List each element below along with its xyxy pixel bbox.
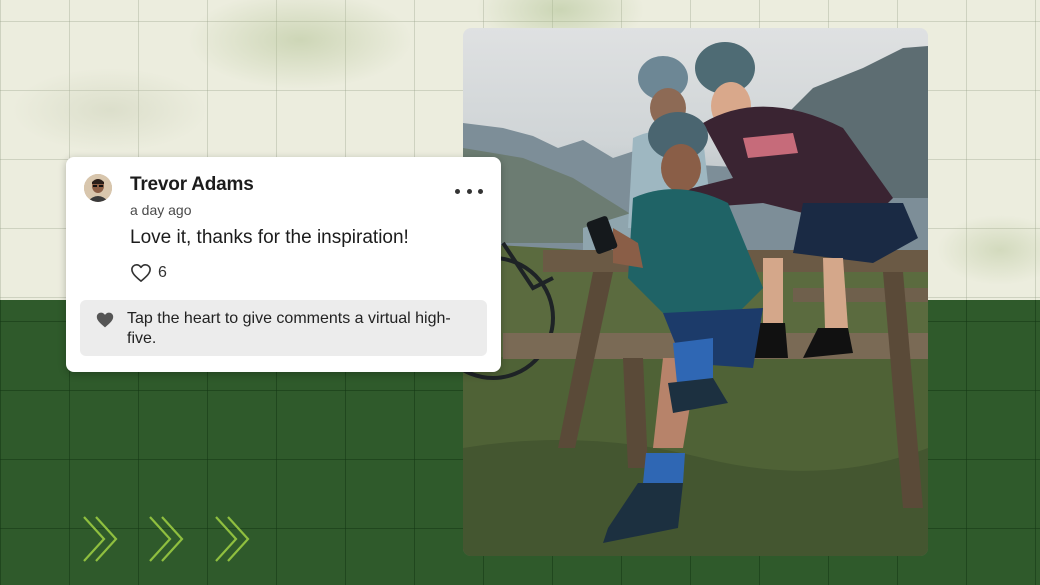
heart-filled-icon: [96, 312, 114, 328]
comment-text: Love it, thanks for the inspiration!: [130, 227, 409, 248]
chevron-right-icon: [83, 516, 118, 562]
cyclists-photo: [463, 28, 928, 556]
chevron-right-icon: [149, 516, 184, 562]
more-horizontal-icon[interactable]: [455, 184, 483, 198]
like-button[interactable]: 6: [130, 261, 167, 285]
comment-card: Trevor Adams a day ago Love it, thanks f…: [66, 157, 501, 372]
avatar[interactable]: [84, 174, 112, 202]
dot: [478, 188, 483, 194]
tip-text: Tap the heart to give comments a virtual…: [127, 310, 451, 347]
heart-outline-icon[interactable]: [130, 263, 152, 283]
comment-timestamp: a day ago: [130, 202, 192, 218]
chevron-right-icon-group: [83, 516, 250, 562]
comment-author[interactable]: Trevor Adams: [130, 174, 254, 196]
dot: [466, 188, 472, 194]
dot: [455, 188, 460, 194]
like-count: 6: [158, 264, 167, 281]
tip-banner: Tap the heart to give comments a virtual…: [80, 300, 487, 356]
chevron-right-icon: [215, 516, 250, 562]
